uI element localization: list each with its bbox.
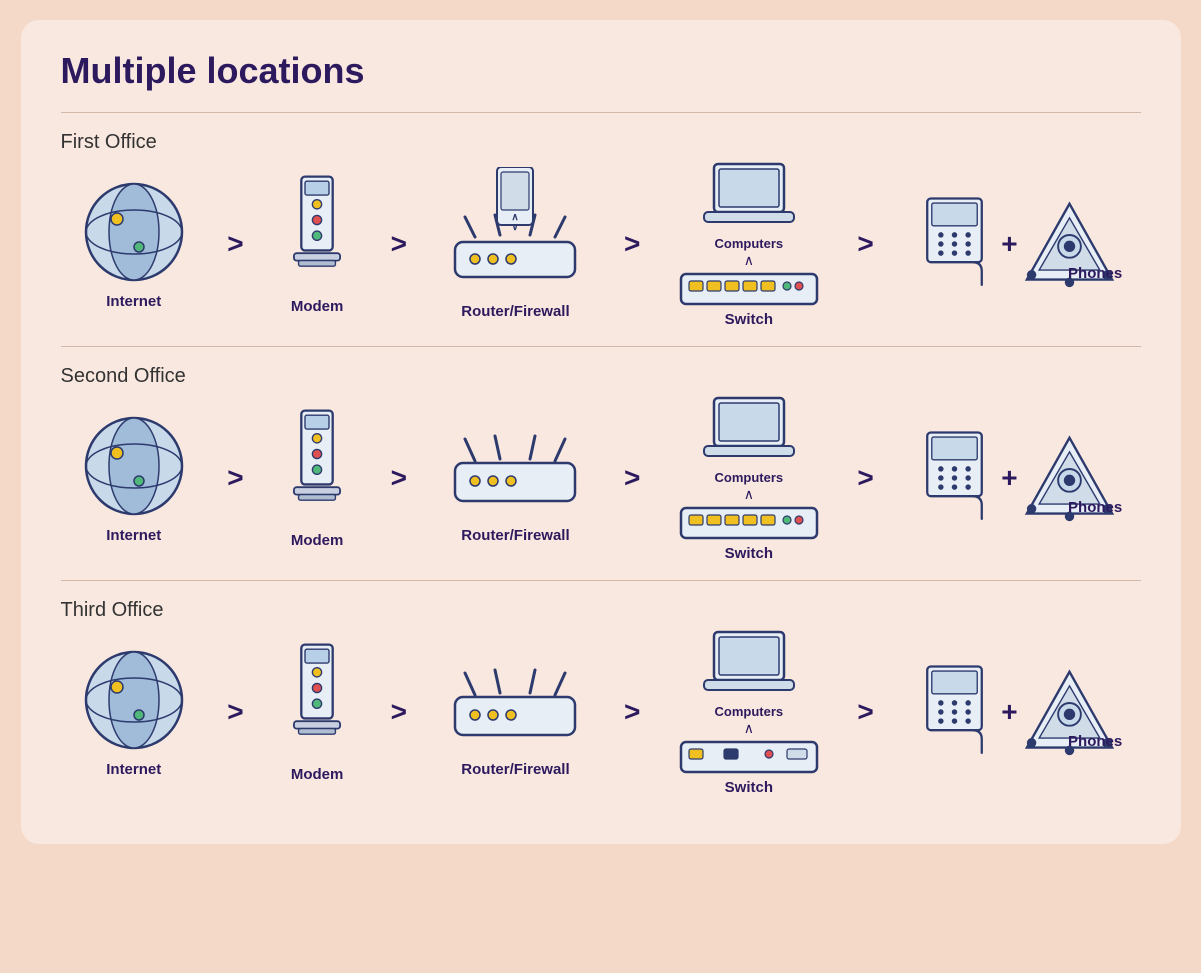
globe-icon-1 [79, 177, 189, 287]
internet-label-3: Internet [106, 761, 161, 778]
computers-switch-2: Computers ∧ Switch [679, 393, 819, 562]
office-label-1: First Office [61, 131, 157, 154]
main-container: Multiple locations First Office Internet… [21, 20, 1181, 844]
globe-icon-3 [79, 645, 189, 755]
router-label-2: Router/Firewall [461, 527, 569, 544]
modem-device-2: Modem [282, 406, 352, 549]
phones-label-2: Phones [1068, 499, 1122, 516]
arrow-3b: > [391, 696, 407, 728]
switch-label-1: Switch [725, 311, 773, 328]
plus-2: + [1001, 462, 1017, 494]
router-icon-2 [445, 411, 585, 521]
switch-label-2: Switch [725, 545, 773, 562]
internet-device-1: Internet [79, 177, 189, 310]
laptop-icon-2 [699, 393, 799, 468]
router-icon-3 [445, 645, 585, 755]
desk-phone-3 [912, 662, 997, 762]
office-row-2: Second Office Internet > [61, 346, 1141, 580]
svg-text:∨: ∨ [512, 222, 519, 233]
modem-icon-2 [282, 406, 352, 526]
phones-label-3: Phones [1068, 733, 1122, 750]
network-flow-3: Internet > Modem > [61, 627, 1141, 796]
router-device-1: ∧ ∨ Router/Firewall [445, 167, 585, 320]
arrow-2b: > [391, 462, 407, 494]
arrow-3c: > [624, 696, 640, 728]
desk-phone-2 [912, 428, 997, 528]
internet-device-3: Internet [79, 645, 189, 778]
modem-label-2: Modem [291, 532, 344, 549]
switch-label-3: Switch [725, 779, 773, 796]
desk-phone-icon-3 [912, 662, 997, 762]
arrow-1c: > [624, 228, 640, 260]
computers-label-2: Computers [715, 470, 784, 485]
arrow-3d: > [857, 696, 873, 728]
modem-icon-1 [282, 172, 352, 292]
switch-icon-2 [679, 503, 819, 543]
computers-label-3: Computers [715, 704, 784, 719]
caret-1: ∧ [744, 253, 754, 267]
router-device-3: Router/Firewall [445, 645, 585, 778]
router-label-1: Router/Firewall [461, 303, 569, 320]
arrow-2d: > [857, 462, 873, 494]
office-row-3: Third Office Internet > [61, 580, 1141, 814]
arrow-2a: > [227, 462, 243, 494]
arrow-2c: > [624, 462, 640, 494]
arrow-3a: > [227, 696, 243, 728]
desk-phone-icon-1 [912, 194, 997, 294]
network-flow-1: Internet > Modem > [61, 159, 1141, 328]
internet-device-2: Internet [79, 411, 189, 544]
desk-phone-icon-2 [912, 428, 997, 528]
computers-label-1: Computers [715, 236, 784, 251]
caret-3: ∧ [744, 721, 754, 735]
computers-switch-3: Computers ∧ Switch [679, 627, 819, 796]
modem-device-1: Modem [282, 172, 352, 315]
laptop-icon-1 [699, 159, 799, 234]
modem-label-1: Modem [291, 298, 344, 315]
modem-device-3: Modem [282, 640, 352, 783]
network-flow-2: Internet > Modem > [61, 393, 1141, 562]
office-label-2: Second Office [61, 365, 186, 388]
office-row-1: First Office Internet > [61, 112, 1141, 346]
globe-icon-2 [79, 411, 189, 521]
caret-2: ∧ [744, 487, 754, 501]
arrow-1d: > [857, 228, 873, 260]
modem-label-3: Modem [291, 766, 344, 783]
arrow-1a: > [227, 228, 243, 260]
desk-phone-1 [912, 194, 997, 294]
plus-1: + [1001, 228, 1017, 260]
laptop-icon-3 [699, 627, 799, 702]
office-label-3: Third Office [61, 599, 164, 622]
router-device-2: Router/Firewall [445, 411, 585, 544]
phones-label-1: Phones [1068, 265, 1122, 282]
switch-icon-1 [679, 269, 819, 309]
arrow-1b: > [391, 228, 407, 260]
internet-label-2: Internet [106, 527, 161, 544]
page-title: Multiple locations [61, 50, 1141, 92]
plus-3: + [1001, 696, 1017, 728]
router-label-3: Router/Firewall [461, 761, 569, 778]
router-icon-1: ∧ ∨ [445, 167, 585, 297]
switch-icon-3 [679, 737, 819, 777]
computers-switch-1: Computers ∧ Switch [679, 159, 819, 328]
modem-icon-3 [282, 640, 352, 760]
internet-label-1: Internet [106, 293, 161, 310]
